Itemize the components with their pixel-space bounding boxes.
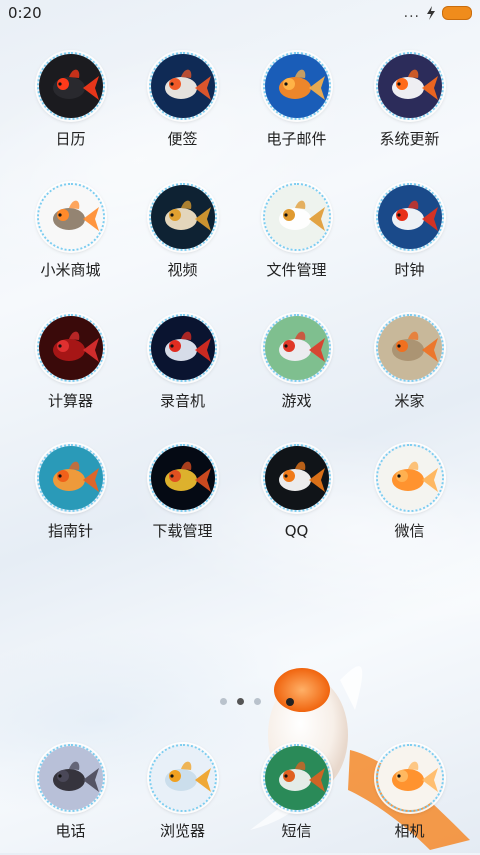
goldfish-white-icon[interactable]: [262, 183, 331, 251]
app-icon-8[interactable]: 计算器: [14, 314, 127, 410]
app-label: 短信: [281, 822, 312, 840]
page-dot-active[interactable]: [236, 698, 244, 705]
dock-app-0[interactable]: 电话: [14, 744, 127, 840]
goldfish-orange-icon[interactable]: [375, 444, 444, 512]
app-label: 电子邮件: [266, 130, 327, 148]
app-icon-9[interactable]: 录音机: [126, 314, 239, 410]
app-icon-6[interactable]: 文件管理: [240, 183, 353, 279]
app-icon-3[interactable]: 系统更新: [353, 52, 466, 148]
goldfish-school-icon[interactable]: [36, 314, 105, 382]
goldfish-coral-icon[interactable]: [36, 444, 105, 512]
goldfish-orange-white-icon[interactable]: [262, 444, 331, 512]
app-label: 相机: [394, 822, 425, 840]
app-icon-10[interactable]: 游戏: [240, 314, 353, 410]
app-label: 游戏: [281, 392, 312, 410]
app-label: 视频: [167, 261, 198, 279]
goldfish-aquarium-icon[interactable]: [148, 444, 217, 512]
app-label: 微信: [394, 522, 425, 540]
app-icon-14[interactable]: QQ: [240, 444, 353, 540]
app-icon-13[interactable]: 下载管理: [126, 444, 239, 540]
goldfish-red-cap-icon[interactable]: [375, 183, 444, 251]
app-icon-11[interactable]: 米家: [353, 314, 466, 410]
app-label: 日历: [55, 130, 86, 148]
app-label: QQ: [284, 522, 309, 540]
app-icon-15[interactable]: 微信: [353, 444, 466, 540]
fish-tank-icon[interactable]: [148, 744, 217, 812]
cat-goldfish-icon[interactable]: [36, 183, 105, 251]
app-label: 下载管理: [152, 522, 213, 540]
app-label: 时钟: [394, 261, 425, 279]
app-label: 浏览器: [159, 822, 205, 840]
page-dot[interactable]: [219, 698, 227, 705]
goldfish-dark-icon[interactable]: [36, 744, 105, 812]
app-label: 小米商城: [40, 261, 101, 279]
goldfish-veil-icon[interactable]: [148, 183, 217, 251]
goldfish-pair-icon[interactable]: [262, 52, 331, 120]
app-label: 文件管理: [266, 261, 327, 279]
page-dot[interactable]: [253, 698, 261, 705]
goldfish-green-icon[interactable]: [262, 744, 331, 812]
dock-app-3[interactable]: 相机: [353, 744, 466, 840]
app-label: 电话: [55, 822, 86, 840]
dock-app-1[interactable]: 浏览器: [126, 744, 239, 840]
app-label: 计算器: [47, 392, 93, 410]
app-icon-5[interactable]: 视频: [126, 183, 239, 279]
app-label: 米家: [394, 392, 425, 410]
goldfish-swimming-icon[interactable]: [375, 744, 444, 812]
app-label: 指南针: [47, 522, 93, 540]
goldfish-pearl-icon[interactable]: [262, 314, 331, 382]
app-label: 录音机: [159, 392, 205, 410]
goldfish-bowl-icon[interactable]: [375, 314, 444, 382]
page-indicator: [0, 698, 480, 705]
app-label: 便签: [167, 130, 198, 148]
goldfish-oranda-icon[interactable]: [148, 314, 217, 382]
app-icon-2[interactable]: 电子邮件: [240, 52, 353, 148]
more-dots-icon: ...: [403, 5, 420, 21]
app-label: 系统更新: [379, 130, 440, 148]
app-icon-12[interactable]: 指南针: [14, 444, 127, 540]
charging-bolt-icon: [427, 6, 435, 20]
app-icon-1[interactable]: 便签: [126, 52, 239, 148]
goldfish-black-icon[interactable]: [36, 52, 105, 120]
dock-app-2[interactable]: 短信: [240, 744, 353, 840]
app-icon-4[interactable]: 小米商城: [14, 183, 127, 279]
goldfish-white-spotted-icon[interactable]: [148, 52, 217, 120]
battery-icon: [442, 6, 472, 20]
goldfish-fantail-icon[interactable]: [375, 52, 444, 120]
status-time: 0:20: [8, 4, 42, 22]
app-icon-7[interactable]: 时钟: [353, 183, 466, 279]
status-bar: 0:20 ...: [0, 0, 480, 28]
app-icon-0[interactable]: 日历: [14, 52, 127, 148]
